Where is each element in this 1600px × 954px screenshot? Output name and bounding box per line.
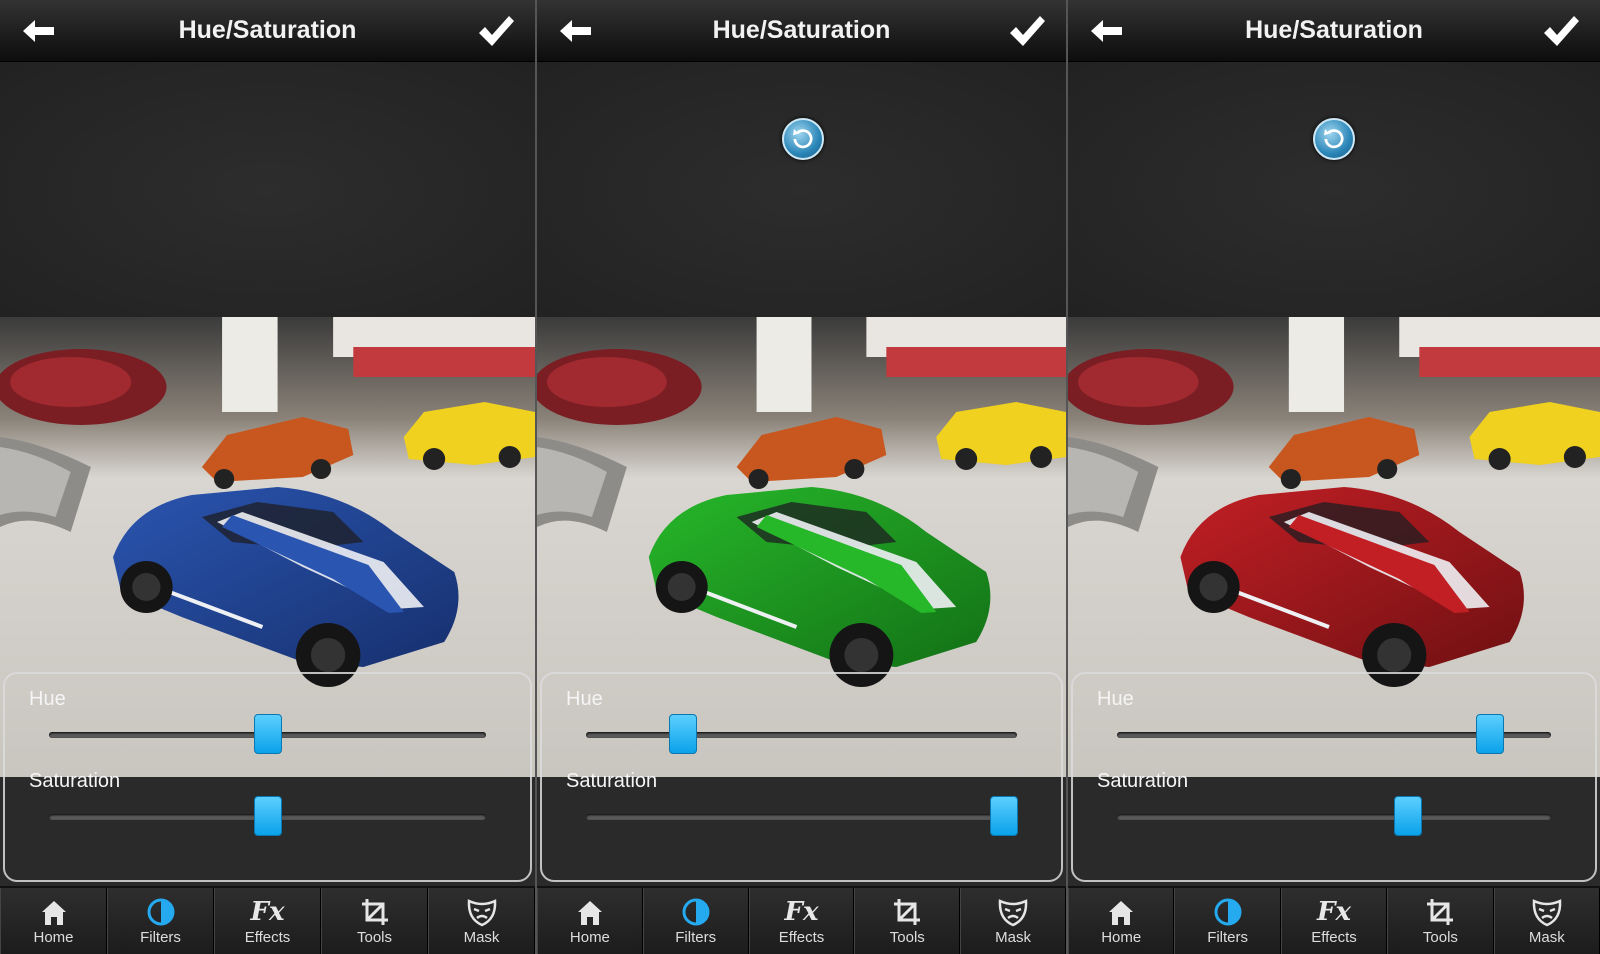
screenshot-collage: Hue/Saturation Hue Saturation Home Filte… (0, 0, 1600, 954)
checkmark-icon[interactable] (1542, 14, 1580, 48)
nav-tab-tools[interactable]: Tools (321, 888, 428, 954)
saturation-slider[interactable] (586, 796, 1019, 836)
effects-icon: Fx (251, 897, 285, 927)
nav-tab-label: Effects (778, 929, 825, 946)
screen-title: Hue/Saturation (712, 16, 891, 44)
hue-slider-thumb[interactable] (253, 714, 282, 754)
back-arrow-icon[interactable] (22, 18, 56, 44)
checkmark-icon[interactable] (477, 14, 515, 48)
saturation-slider-thumb[interactable] (253, 796, 282, 836)
filters-icon (681, 897, 711, 927)
back-arrow-icon[interactable] (559, 18, 593, 44)
screen-title: Hue/Saturation (178, 16, 357, 44)
nav-tab-label: Tools (889, 929, 925, 946)
saturation-slider[interactable] (1117, 796, 1551, 836)
nav-tab-filters[interactable]: Filters (107, 888, 214, 954)
nav-tab-label: Home (569, 929, 610, 946)
hue-label: Hue (29, 688, 66, 710)
mask-icon (1531, 897, 1563, 927)
bottom-nav: Home Filters Fx Effects Tools Mask (0, 886, 535, 954)
nav-tab-label: Tools (356, 929, 393, 946)
nav-tab-filters[interactable]: Filters (642, 888, 749, 954)
saturation-label: Saturation (566, 770, 658, 792)
adjustment-panel: Hue Saturation (1071, 672, 1597, 882)
nav-tab-effects[interactable]: Fx Effects (1280, 888, 1388, 954)
nav-tab-label: Filters (1207, 929, 1249, 946)
effects-icon: Fx (785, 897, 819, 927)
hue-slider-thumb[interactable] (1476, 714, 1505, 754)
nav-tab-label: Mask (463, 929, 500, 946)
saturation-slider[interactable] (49, 796, 486, 836)
screen-title: Hue/Saturation (1245, 16, 1423, 44)
bottom-nav: Home Filters Fx Effects Tools Mask (537, 886, 1066, 954)
nav-tab-effects[interactable]: Fx Effects (748, 888, 855, 954)
effects-glyph: Fx (784, 897, 819, 927)
nav-tab-label: Tools (1422, 929, 1458, 946)
nav-tab-mask[interactable]: Mask (1493, 888, 1600, 954)
editor-panel-3: Hue/Saturation Hue Saturation Home Filte… (1068, 0, 1600, 954)
effects-glyph: Fx (250, 897, 285, 927)
crop-icon (892, 897, 922, 927)
nav-tab-tools[interactable]: Tools (1387, 888, 1494, 954)
mask-icon (997, 897, 1029, 927)
nav-tab-label: Effects (244, 929, 291, 946)
mask-icon (466, 897, 498, 927)
saturation-label: Saturation (1097, 770, 1189, 792)
saturation-label: Saturation (29, 770, 121, 792)
back-arrow-icon[interactable] (1090, 18, 1124, 44)
hue-slider-thumb[interactable] (668, 714, 697, 754)
nav-tab-mask[interactable]: Mask (428, 888, 535, 954)
top-bar: Hue/Saturation (1068, 0, 1600, 62)
saturation-slider-thumb[interactable] (990, 796, 1019, 836)
crop-icon (360, 897, 390, 927)
nav-tab-label: Mask (1528, 929, 1565, 946)
nav-tab-home[interactable]: Home (0, 888, 107, 954)
bottom-nav: Home Filters Fx Effects Tools Mask (1068, 886, 1600, 954)
canvas-area (537, 62, 1066, 317)
effects-icon: Fx (1317, 897, 1351, 927)
nav-tab-label: Filters (675, 929, 717, 946)
top-bar: Hue/Saturation (0, 0, 535, 62)
hue-slider[interactable] (49, 714, 486, 754)
canvas-area (1068, 62, 1600, 317)
nav-tab-label: Home (1101, 929, 1142, 946)
top-bar: Hue/Saturation (537, 0, 1066, 62)
nav-tab-mask[interactable]: Mask (960, 888, 1066, 954)
canvas-area (0, 62, 535, 317)
nav-tab-tools[interactable]: Tools (854, 888, 961, 954)
adjustment-panel: Hue Saturation (540, 672, 1063, 882)
adjustment-panel: Hue Saturation (3, 672, 532, 882)
hue-label: Hue (1097, 688, 1134, 710)
hue-label: Hue (566, 688, 603, 710)
hue-slider[interactable] (586, 714, 1017, 754)
home-icon (39, 897, 69, 927)
nav-tab-effects[interactable]: Fx Effects (214, 888, 321, 954)
checkmark-icon[interactable] (1008, 14, 1046, 48)
editor-panel-1: Hue/Saturation Hue Saturation Home Filte… (0, 0, 537, 954)
reset-icon[interactable] (1313, 118, 1355, 160)
effects-glyph: Fx (1317, 897, 1351, 927)
home-icon (575, 897, 605, 927)
filters-icon (1213, 897, 1243, 927)
crop-icon (1425, 897, 1455, 927)
nav-tab-label: Filters (140, 929, 181, 946)
filters-icon (146, 897, 176, 927)
hue-slider[interactable] (1117, 714, 1551, 754)
reset-icon[interactable] (781, 118, 824, 160)
editor-panel-2: Hue/Saturation Hue Saturation Home Filte… (537, 0, 1068, 954)
nav-tab-label: Effects (1311, 929, 1357, 946)
home-icon (1106, 897, 1136, 927)
nav-tab-home[interactable]: Home (537, 888, 643, 954)
saturation-slider-thumb[interactable] (1393, 796, 1422, 836)
nav-tab-home[interactable]: Home (1068, 888, 1175, 954)
nav-tab-label: Home (33, 929, 74, 946)
nav-tab-label: Mask (995, 929, 1031, 946)
nav-tab-filters[interactable]: Filters (1174, 888, 1281, 954)
